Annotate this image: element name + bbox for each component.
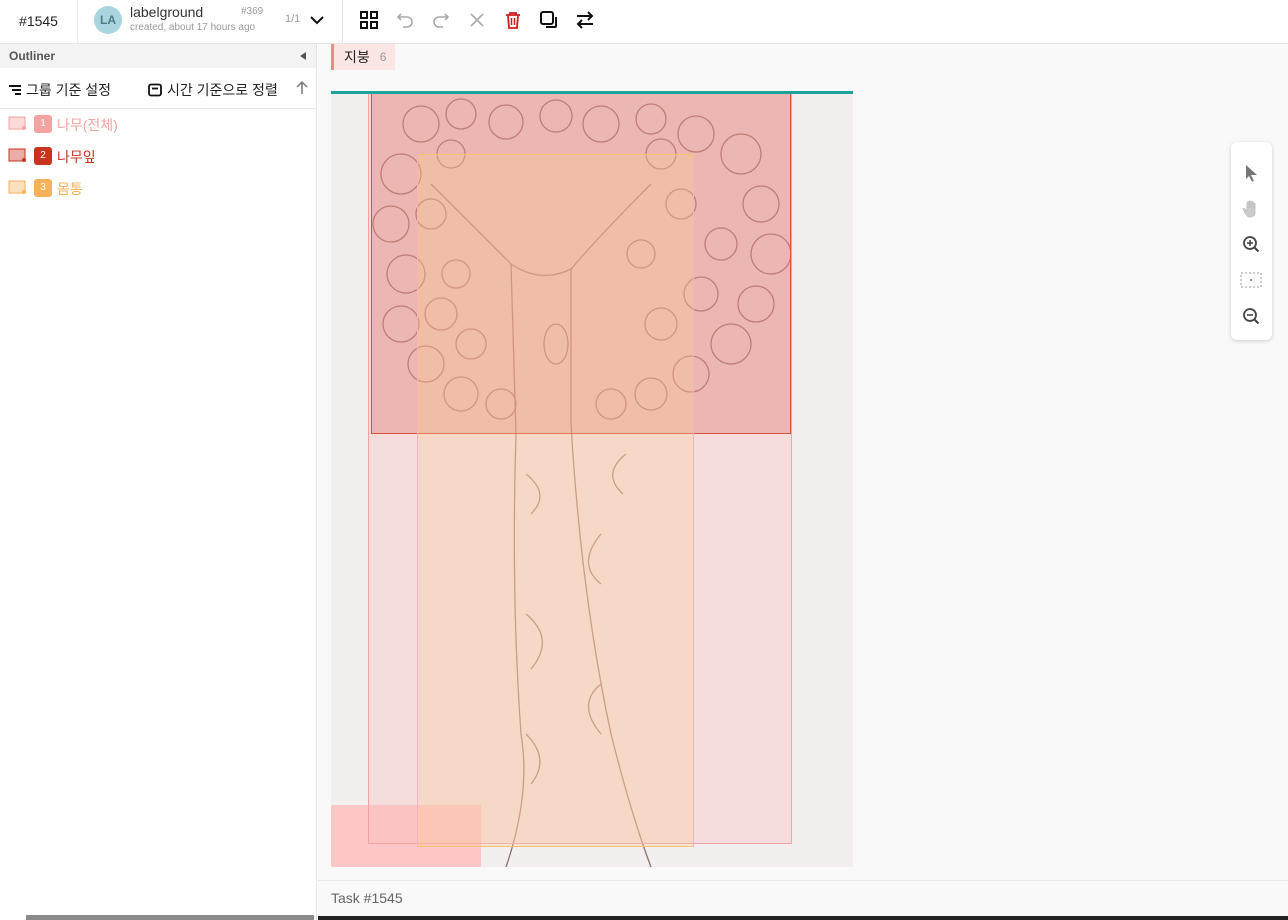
region-number-badge: 3: [34, 179, 52, 197]
chevron-down-icon[interactable]: [309, 12, 325, 28]
canvas-tools: [1231, 142, 1272, 340]
region-item[interactable]: 3 몸통: [0, 172, 316, 202]
redo-button[interactable]: [429, 8, 453, 32]
label-tag[interactable]: 지붕 6: [331, 44, 396, 70]
region-number-badge: 1: [34, 115, 52, 133]
annotation-id: #369: [241, 6, 264, 17]
region-item[interactable]: 1 나무(전체): [0, 108, 316, 138]
rectangle-region-icon: [8, 148, 26, 162]
rectangle-region-icon: [8, 116, 26, 130]
group-by-button[interactable]: 그룹 기준 설정: [8, 80, 111, 100]
zoom-in-button[interactable]: [1239, 232, 1263, 256]
duplicate-button[interactable]: [537, 8, 561, 32]
zoom-in-icon: [1243, 236, 1260, 253]
arrow-up-icon[interactable]: [294, 80, 310, 96]
region-number-badge: 2: [34, 147, 52, 165]
outliner-panel: Outliner 그룹 기준 설정 시간 기준으로 정렬 1 나무(전체) 2 …: [0, 44, 317, 920]
redo-icon: [433, 13, 450, 28]
annotation-created: created, about 17 hours ago: [130, 22, 256, 33]
undo-button[interactable]: [393, 8, 417, 32]
sort-by-time-button[interactable]: 시간 기준으로 정렬: [148, 80, 278, 100]
bbox-trunk[interactable]: [417, 154, 694, 847]
outliner-controls: 그룹 기준 설정 시간 기준으로 정렬: [0, 68, 316, 109]
horizontal-scrollbar[interactable]: [26, 915, 314, 920]
list-icon: [9, 85, 21, 95]
task-id: #1545: [0, 0, 78, 43]
group-by-label: 그룹 기준 설정: [26, 82, 112, 98]
delete-icon: [506, 12, 520, 29]
region-item[interactable]: 2 나무잎: [0, 140, 316, 170]
region-label: 몸통: [57, 181, 83, 197]
undo-icon: [396, 13, 413, 28]
label-tag-name: 지붕: [344, 49, 370, 65]
annotation-selector[interactable]: LA labelground created, about 17 hours a…: [78, 0, 343, 43]
labeling-workspace: 지붕 6: [318, 44, 1288, 880]
avatar: LA: [94, 6, 122, 34]
grid-icon: [360, 11, 378, 29]
label-tag-count: 6: [379, 50, 387, 64]
swap-icon: [576, 11, 594, 29]
region-label: 나무(전체): [57, 117, 118, 133]
outliner-header: Outliner: [0, 44, 316, 68]
top-toolbar: #1545 LA labelground created, about 17 h…: [0, 0, 1288, 44]
collapse-icon[interactable]: [300, 52, 306, 60]
annotation-page: 1/1: [285, 13, 301, 25]
rectangle-region-icon: [8, 180, 26, 194]
fit-icon: [1240, 272, 1262, 288]
image-canvas[interactable]: [331, 94, 853, 867]
zoom-out-icon: [1243, 308, 1260, 325]
grid-button[interactable]: [357, 8, 381, 32]
delete-button[interactable]: [501, 8, 525, 32]
pointer-icon: [1246, 165, 1257, 182]
pointer-tool-button[interactable]: [1239, 161, 1263, 185]
hand-tool-button[interactable]: [1239, 197, 1263, 221]
calendar-icon: [148, 83, 162, 97]
annotation-user: labelground: [130, 4, 204, 20]
duplicate-icon: [540, 11, 557, 28]
clear-icon: [470, 13, 484, 27]
zoom-out-button[interactable]: [1239, 304, 1263, 328]
region-label: 나무잎: [57, 149, 96, 165]
task-footer: Task #1545: [318, 880, 1288, 916]
sort-label: 시간 기준으로 정렬: [167, 82, 278, 98]
bottom-border: [318, 916, 1288, 920]
hand-icon: [1242, 200, 1256, 218]
fit-to-screen-button[interactable]: [1239, 268, 1263, 292]
outliner-title: Outliner: [9, 49, 56, 63]
swap-button[interactable]: [573, 8, 597, 32]
clear-button[interactable]: [465, 8, 489, 32]
